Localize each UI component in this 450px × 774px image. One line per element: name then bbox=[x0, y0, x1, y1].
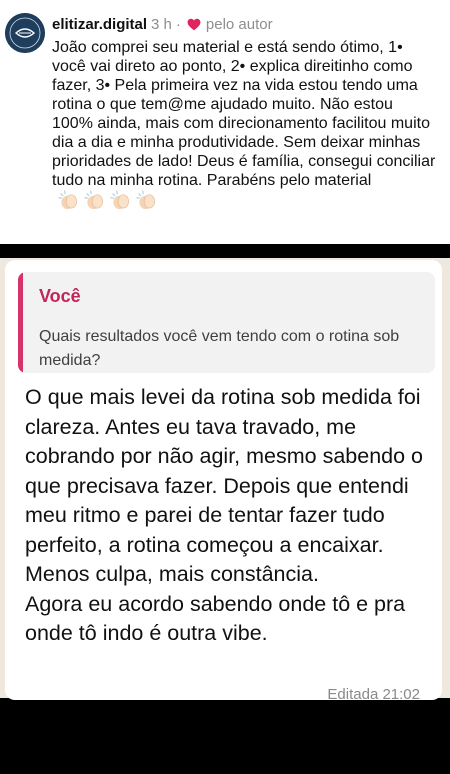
quoted-text: Quais resultados você vem tendo com o ro… bbox=[39, 328, 400, 369]
message-text: O que mais levei da rotina sob medida fo… bbox=[25, 383, 430, 649]
message-paragraph: Agora eu acordo sabendo onde tô e pra on… bbox=[25, 591, 406, 646]
quote-accent-bar bbox=[18, 272, 23, 373]
avatar[interactable] bbox=[5, 13, 45, 53]
separator: · bbox=[175, 15, 181, 33]
brand-logo-icon bbox=[5, 13, 45, 53]
emoji-group bbox=[57, 190, 158, 210]
screenshot-collage: elitizar.digital 3 h · pelo autor João c… bbox=[0, 0, 450, 774]
comment-time: 3 h bbox=[151, 15, 172, 33]
liked-by-author-label: pelo autor bbox=[205, 15, 273, 33]
comment-text: João comprei seu material e está sendo ó… bbox=[52, 38, 436, 212]
quoted-author: Você bbox=[39, 286, 81, 306]
username[interactable]: elitizar.digital bbox=[52, 16, 147, 33]
clapping-hands-icon bbox=[135, 190, 158, 210]
message-bubble[interactable]: Você Quais resultados você vem tendo com… bbox=[5, 260, 442, 703]
clapping-hands-icon bbox=[109, 190, 132, 210]
clapping-hands-icon bbox=[83, 190, 106, 210]
instagram-comment: elitizar.digital 3 h · pelo autor João c… bbox=[0, 0, 450, 244]
chat-background: Você Quais resultados você vem tendo com… bbox=[0, 258, 450, 703]
divider bbox=[0, 244, 450, 258]
comment-body: João comprei seu material e está sendo ó… bbox=[52, 39, 436, 189]
message-paragraph: O que mais levei da rotina sob medida fo… bbox=[25, 385, 424, 586]
bottom-black-area bbox=[0, 700, 450, 774]
quoted-message[interactable]: Você Quais resultados você vem tendo com… bbox=[18, 272, 435, 373]
clapping-hands-icon bbox=[57, 190, 80, 210]
heart-icon bbox=[187, 18, 201, 31]
comment-header: elitizar.digital 3 h · pelo autor bbox=[52, 13, 273, 35]
